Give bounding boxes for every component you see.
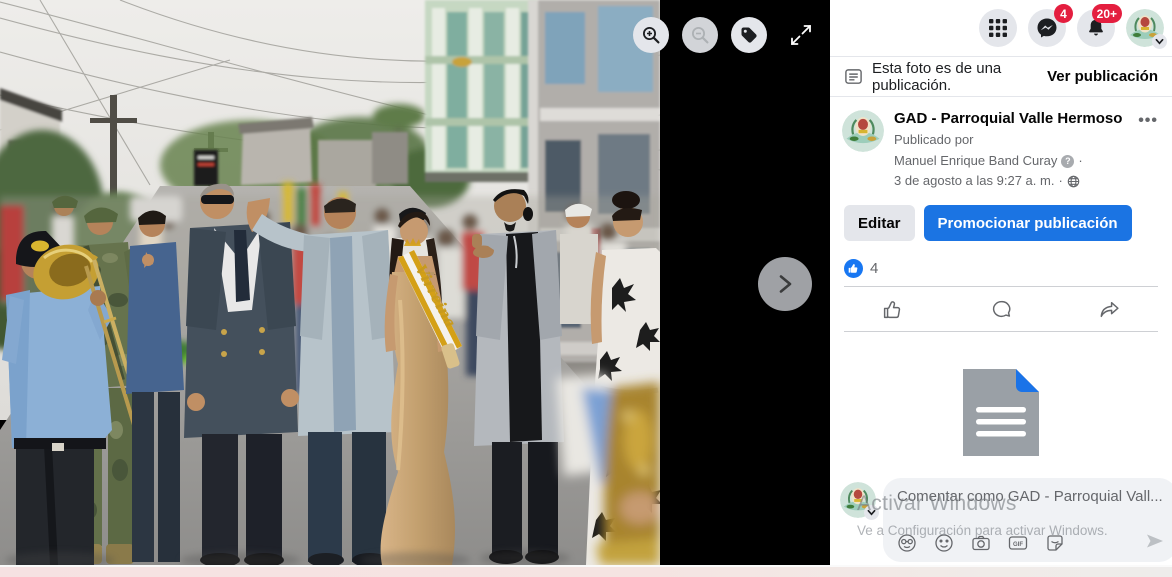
dot-separator: ·: [1058, 172, 1062, 191]
messenger-icon: [1036, 17, 1058, 39]
bottom-window-strip: [0, 565, 1172, 577]
fullscreen-button[interactable]: [786, 20, 816, 50]
composer-avatar[interactable]: [840, 482, 876, 518]
tag-icon: [739, 25, 759, 45]
post-action-bar: [830, 287, 1172, 331]
edit-button[interactable]: Editar: [844, 205, 915, 241]
comment-placeholder: Comentar como GAD - Parroquial Vall...: [897, 488, 1163, 505]
svg-text:GIF: GIF: [1013, 542, 1023, 548]
messenger-button[interactable]: 4: [1028, 9, 1066, 47]
post-options-button[interactable]: •••: [1138, 110, 1158, 132]
avatar-sticker-button[interactable]: [897, 533, 917, 553]
facebook-photo-viewer: Virreina: [0, 0, 1172, 577]
chevron-right-icon: [774, 273, 796, 295]
dot-separator: ·: [1078, 152, 1082, 171]
thumbs-up-icon: [882, 299, 903, 320]
camera-button[interactable]: [971, 533, 991, 553]
post-sidebar: 4 20+ Esta foto es de una: [830, 0, 1172, 565]
post-timestamp[interactable]: 3 de agosto a las 9:27 a. m.: [894, 172, 1054, 191]
zoom-in-icon: [641, 25, 661, 45]
comment-composer: Comentar como GAD - Parroquial Vall...: [830, 478, 1172, 562]
author-name[interactable]: Manuel Enrique Band Curay: [894, 152, 1057, 171]
emoji-icon: [934, 533, 954, 553]
tag-photo-button[interactable]: [731, 17, 767, 53]
sticker-icon: [1045, 533, 1065, 553]
zoom-in-button[interactable]: [633, 17, 669, 53]
send-comment-button[interactable]: [1145, 531, 1165, 554]
gif-icon: GIF: [1008, 533, 1028, 553]
photo-stage: Virreina: [0, 0, 830, 565]
zoom-out-icon: [690, 25, 710, 45]
emoji-button[interactable]: [934, 533, 954, 553]
apps-menu-button[interactable]: [979, 9, 1017, 47]
globe-icon: [1067, 175, 1080, 188]
published-by-label: Publicado por: [894, 131, 1138, 150]
view-post-link[interactable]: Ver publicación: [1047, 68, 1158, 85]
messenger-badge: 4: [1054, 4, 1073, 23]
sticker-button[interactable]: [1045, 533, 1065, 553]
mint-building: [425, 0, 537, 182]
question-badge-icon[interactable]: ?: [1061, 155, 1074, 168]
composer-toolbar: GIF: [897, 533, 1065, 553]
expand-icon: [789, 23, 813, 47]
apps-grid-icon: [988, 18, 1008, 38]
comments-placeholder: [830, 332, 1172, 456]
parade-photo[interactable]: Virreina: [0, 0, 660, 565]
page-name-link[interactable]: GAD - Parroquial Valle Hermoso: [894, 110, 1138, 129]
share-button[interactable]: [1055, 290, 1164, 328]
post-icon: [844, 67, 863, 86]
like-reaction-icon: [844, 259, 863, 278]
reactions-summary[interactable]: 4: [830, 253, 1172, 286]
gif-button[interactable]: GIF: [1008, 533, 1028, 553]
viewer-controls: [633, 17, 816, 53]
avatar-sticker-icon: [897, 533, 917, 553]
document-icon: [963, 369, 1039, 456]
comment-input[interactable]: Comentar como GAD - Parroquial Vall...: [883, 478, 1172, 562]
photo-from-post-bar: Esta foto es de una publicación. Ver pub…: [830, 57, 1172, 97]
like-count: 4: [870, 260, 878, 277]
like-button[interactable]: [838, 290, 947, 328]
notifications-badge: 20+: [1092, 4, 1122, 23]
comment-icon: [991, 299, 1012, 320]
send-icon: [1145, 531, 1165, 551]
account-menu-button[interactable]: [1126, 9, 1164, 47]
chevron-down-icon: [864, 505, 879, 520]
zoom-out-button[interactable]: [682, 17, 718, 53]
page-avatar[interactable]: [842, 110, 884, 152]
comment-button[interactable]: [947, 290, 1056, 328]
post-header: GAD - Parroquial Valle Hermoso Publicado…: [830, 97, 1172, 195]
info-message: Esta foto es de una publicación.: [872, 60, 1047, 94]
next-photo-button[interactable]: [758, 257, 812, 311]
post-actions: Editar Promocionar publicación: [830, 195, 1172, 253]
share-icon: [1099, 299, 1120, 320]
chevron-down-icon: [1152, 34, 1167, 49]
promote-post-button[interactable]: Promocionar publicación: [924, 205, 1132, 241]
facebook-top-bar: 4 20+: [830, 0, 1172, 57]
camera-icon: [971, 533, 991, 553]
notifications-button[interactable]: 20+: [1077, 9, 1115, 47]
